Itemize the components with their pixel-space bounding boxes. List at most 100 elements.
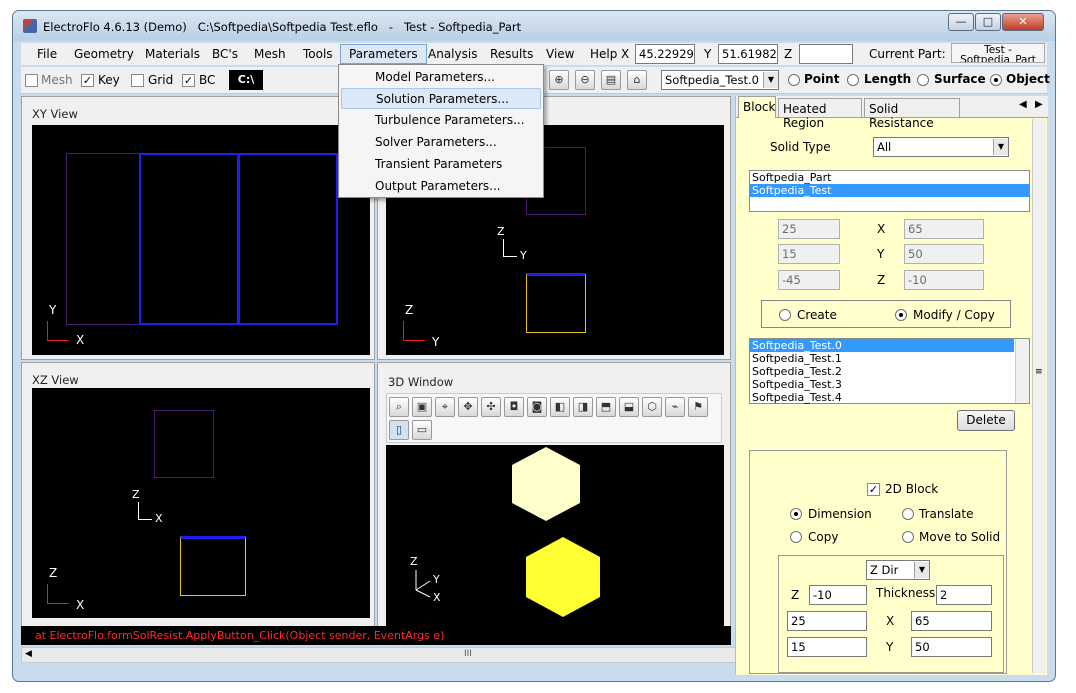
menu-item-model-parameters[interactable]: Model Parameters... — [341, 67, 541, 88]
tab-scroll-left-icon[interactable]: ◀ — [1019, 99, 1027, 110]
report-icon[interactable]: ▤ — [601, 70, 621, 90]
menu-view[interactable]: View — [546, 47, 574, 61]
x-min-field[interactable]: 25 — [778, 219, 840, 239]
view-front-icon[interactable]: ◘ — [504, 397, 524, 417]
chevron-down-icon[interactable]: ▼ — [914, 562, 929, 578]
2d-block-checkbox[interactable]: ✓ — [867, 483, 880, 496]
move-to-solid-radio[interactable] — [902, 531, 914, 543]
command-prompt-button[interactable]: C:\ — [229, 70, 263, 90]
scroll-left-icon[interactable]: ◀ — [25, 649, 32, 659]
point-radio[interactable] — [788, 74, 800, 86]
block-x-max-field[interactable]: 65 — [911, 611, 992, 631]
menu-analysis[interactable]: Analysis — [428, 47, 477, 61]
y-min-field[interactable]: 15 — [778, 244, 840, 264]
grid-checkbox[interactable] — [131, 74, 144, 87]
chevron-down-icon[interactable]: ▼ — [763, 72, 778, 88]
solid-type-select[interactable]: All ▼ — [873, 137, 1009, 157]
chevron-down-icon[interactable]: ▼ — [993, 139, 1008, 155]
y-max-field[interactable]: 50 — [904, 244, 984, 264]
axes-icon[interactable]: ⌁ — [665, 397, 685, 417]
pan-icon[interactable]: ✥ — [458, 397, 478, 417]
menu-help[interactable]: Help — [590, 47, 617, 61]
menu-bcs[interactable]: BC's — [212, 47, 238, 61]
view-right-icon[interactable]: ◨ — [573, 397, 593, 417]
xz-viewport[interactable]: Z X Z X — [32, 388, 370, 618]
parts-list[interactable]: Softpedia_Part Softpedia_Test — [749, 170, 1030, 212]
zoom-fit-icon[interactable]: ⌖ — [435, 397, 455, 417]
view-bottom-icon[interactable]: ⬓ — [619, 397, 639, 417]
list-item[interactable]: Softpedia_Test.3 — [750, 378, 1029, 391]
length-radio[interactable] — [847, 74, 859, 86]
solid-cylinder-icon[interactable]: ▯ — [389, 420, 409, 440]
delete-button[interactable]: Delete — [957, 410, 1015, 431]
dimension-radio[interactable] — [790, 508, 802, 520]
mesh-checkbox[interactable] — [25, 74, 38, 87]
tab-block[interactable]: Block — [738, 96, 776, 118]
zoom-window-icon[interactable]: ▣ — [412, 397, 432, 417]
list-item[interactable]: Softpedia_Test.4 — [750, 391, 1029, 404]
list-item-selected[interactable]: Softpedia_Test — [750, 184, 1029, 197]
coord-y-field[interactable]: 51.61982 — [718, 44, 778, 64]
rotate-icon[interactable]: ✣ — [481, 397, 501, 417]
list-item[interactable]: Softpedia_Test.1 — [750, 352, 1029, 365]
coord-z-field[interactable] — [799, 44, 853, 64]
list-item[interactable]: Softpedia_Test.2 — [750, 365, 1029, 378]
tab-solid-resistance[interactable]: Solid Resistance — [864, 98, 960, 130]
objects-list-scrollbar[interactable] — [1015, 339, 1029, 403]
menu-file[interactable]: File — [37, 47, 57, 61]
menu-tools[interactable]: Tools — [303, 47, 333, 61]
menu-geometry[interactable]: Geometry — [74, 47, 134, 61]
view-left-icon[interactable]: ◧ — [550, 397, 570, 417]
list-item-selected[interactable]: Softpedia_Test.0 — [750, 339, 1014, 352]
menu-materials[interactable]: Materials — [145, 47, 200, 61]
flag-icon[interactable]: ⚑ — [688, 397, 708, 417]
menu-parameters[interactable]: Parameters — [340, 44, 427, 64]
zoom-in-icon[interactable]: ⊕ — [549, 70, 569, 90]
menu-mesh[interactable]: Mesh — [254, 47, 286, 61]
z-min-field[interactable]: -45 — [778, 270, 840, 290]
x-max-field[interactable]: 65 — [904, 219, 984, 239]
wire-cylinder-icon[interactable]: ▭ — [412, 420, 432, 440]
scroll-grip[interactable]: III — [464, 649, 472, 659]
menu-item-solver-parameters[interactable]: Solver Parameters... — [341, 132, 541, 153]
minimize-button[interactable]: — — [948, 13, 974, 31]
menu-item-turbulence-parameters[interactable]: Turbulence Parameters... — [341, 110, 541, 131]
translate-radio[interactable] — [902, 508, 914, 520]
block-y-min-field[interactable]: 15 — [787, 637, 867, 657]
maximize-button[interactable]: □ — [975, 13, 1001, 31]
close-button[interactable]: ✕ — [1002, 13, 1044, 31]
block-x-min-field[interactable]: 25 — [787, 611, 867, 631]
key-checkbox[interactable]: ✓ — [81, 74, 94, 87]
tab-scroll-right-icon[interactable]: ▶ — [1035, 99, 1043, 110]
object-radio[interactable] — [990, 74, 1002, 86]
view-back-icon[interactable]: ◙ — [527, 397, 547, 417]
menu-item-solution-parameters[interactable]: Solution Parameters... — [341, 88, 541, 109]
list-item[interactable]: Softpedia_Part — [750, 171, 1029, 184]
zoom-out-icon[interactable]: ⊖ — [575, 70, 595, 90]
3d-viewport[interactable]: Z Y X — [386, 445, 724, 629]
bc-checkbox[interactable]: ✓ — [182, 74, 195, 87]
z-dim-field[interactable]: -10 — [809, 585, 867, 605]
xy-viewport[interactable]: Y X — [32, 125, 370, 355]
zoom-icon[interactable]: ⌕ — [389, 397, 409, 417]
coord-x-field[interactable]: 45.22929 — [635, 44, 695, 64]
tab-heated-region[interactable]: Heated Region — [778, 98, 862, 130]
menu-results[interactable]: Results — [490, 47, 533, 61]
panel-scroll-grip[interactable]: ≡ — [1035, 367, 1043, 377]
menu-item-output-parameters[interactable]: Output Parameters... — [341, 176, 541, 197]
surface-radio[interactable] — [917, 74, 929, 86]
direction-select[interactable]: Z Dir ▼ — [866, 560, 930, 580]
modify-copy-radio[interactable] — [895, 309, 907, 321]
block-y-max-field[interactable]: 50 — [911, 637, 992, 657]
home-icon[interactable]: ⌂ — [627, 70, 647, 90]
z-max-field[interactable]: -10 — [904, 270, 984, 290]
isometric-icon[interactable]: ⬡ — [642, 397, 662, 417]
object-select[interactable]: Softpedia_Test.0 ▼ — [661, 70, 779, 90]
panel-scrollbar[interactable]: ≡ — [1032, 119, 1046, 673]
create-radio[interactable] — [779, 309, 791, 321]
objects-list[interactable]: Softpedia_Test.0 Softpedia_Test.1 Softpe… — [749, 338, 1030, 404]
copy-radio[interactable] — [790, 531, 802, 543]
menu-item-transient-parameters[interactable]: Transient Parameters — [341, 154, 541, 175]
view-top-icon[interactable]: ⬒ — [596, 397, 616, 417]
thickness-field[interactable]: 2 — [936, 585, 992, 605]
